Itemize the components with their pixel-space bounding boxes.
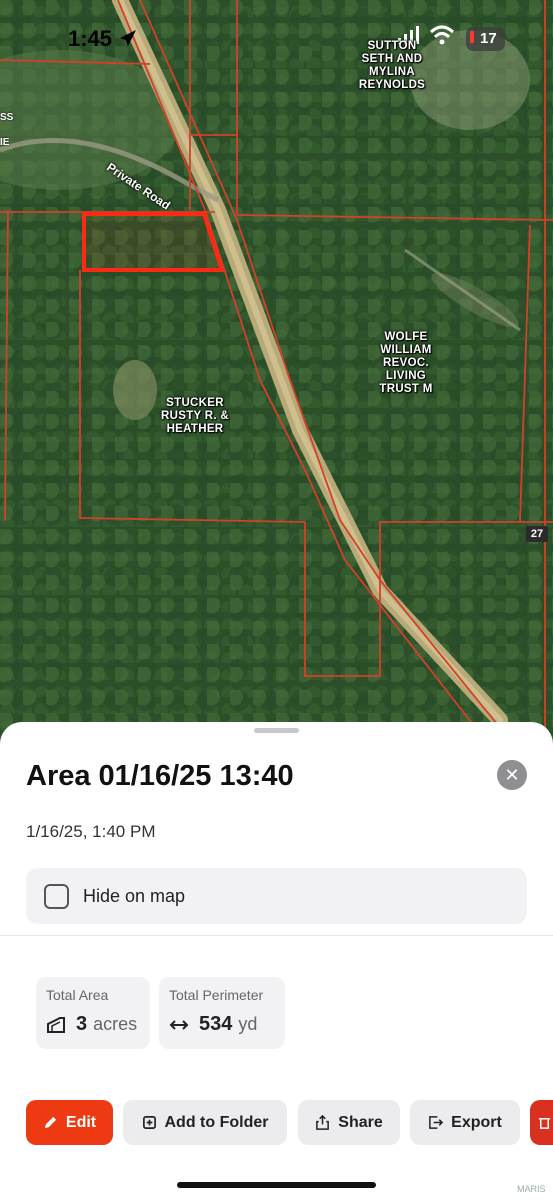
close-icon: ✕ — [504, 765, 520, 785]
close-button[interactable]: ✕ — [497, 760, 527, 790]
delete-button[interactable] — [530, 1100, 553, 1145]
parcel-owner-label[interactable]: WOLFE WILLIAM REVOC. LIVING TRUST M — [366, 331, 446, 396]
share-label: Share — [338, 1113, 383, 1131]
selected-area-polygon — [82, 212, 225, 272]
add-to-folder-button[interactable]: Add to Folder — [123, 1100, 287, 1145]
hide-on-map-toggle[interactable]: Hide on map — [26, 868, 527, 924]
export-label: Export — [451, 1113, 502, 1131]
area-details-sheet: Area 01/16/25 13:40 ✕ 1/16/25, 1:40 PM H… — [0, 722, 553, 1200]
watermark: MARIS — [517, 1184, 546, 1194]
home-indicator[interactable] — [177, 1182, 376, 1188]
total-area-card: Total Area 3 acres — [36, 977, 150, 1049]
hide-on-map-checkbox[interactable] — [44, 883, 69, 909]
export-icon — [429, 1116, 444, 1129]
map-view[interactable]: 1:45 17 SS IE SUTTON SETH AND MYLINA REY… — [0, 0, 553, 740]
total-area-label: Total Area — [46, 987, 109, 1003]
total-perimeter-value: 534 — [199, 1013, 233, 1035]
share-icon — [316, 1115, 330, 1130]
battery-indicator: 17 — [466, 27, 505, 51]
add-to-folder-label: Add to Folder — [164, 1113, 269, 1131]
map-edge-label: IE — [0, 137, 10, 148]
timestamp: 1/16/25, 1:40 PM — [26, 822, 156, 841]
map-overlay — [0, 0, 553, 740]
map-edge-label: SS — [0, 112, 14, 123]
trash-icon — [538, 1118, 551, 1129]
divider — [0, 935, 553, 936]
highway-badge: 27 — [526, 526, 548, 542]
export-button[interactable]: Export — [410, 1100, 520, 1145]
double-arrow-icon — [169, 1019, 189, 1030]
area-icon — [47, 1016, 65, 1033]
hide-on-map-label: Hide on map — [83, 885, 186, 906]
parcel-owner-label[interactable]: SUTTON SETH AND MYLINA REYNOLDS — [352, 40, 432, 92]
folder-plus-icon — [142, 1116, 156, 1129]
edit-button[interactable]: Edit — [26, 1100, 113, 1145]
total-perimeter-unit: yd — [238, 1014, 258, 1034]
edit-label: Edit — [65, 1113, 97, 1131]
sheet-grabber[interactable] — [254, 728, 299, 733]
parcel-owner-label[interactable]: STUCKER RUSTY R. & HEATHER — [155, 397, 235, 436]
share-button[interactable]: Share — [298, 1100, 400, 1145]
total-area-value: 3 — [76, 1013, 88, 1035]
pencil-icon — [44, 1116, 57, 1129]
total-area-unit: acres — [93, 1014, 138, 1034]
total-perimeter-card: Total Perimeter 534 yd — [159, 977, 285, 1049]
page-title: Area 01/16/25 13:40 — [26, 760, 294, 792]
total-perimeter-label: Total Perimeter — [169, 987, 264, 1003]
status-time: 1:45 — [68, 26, 113, 51]
